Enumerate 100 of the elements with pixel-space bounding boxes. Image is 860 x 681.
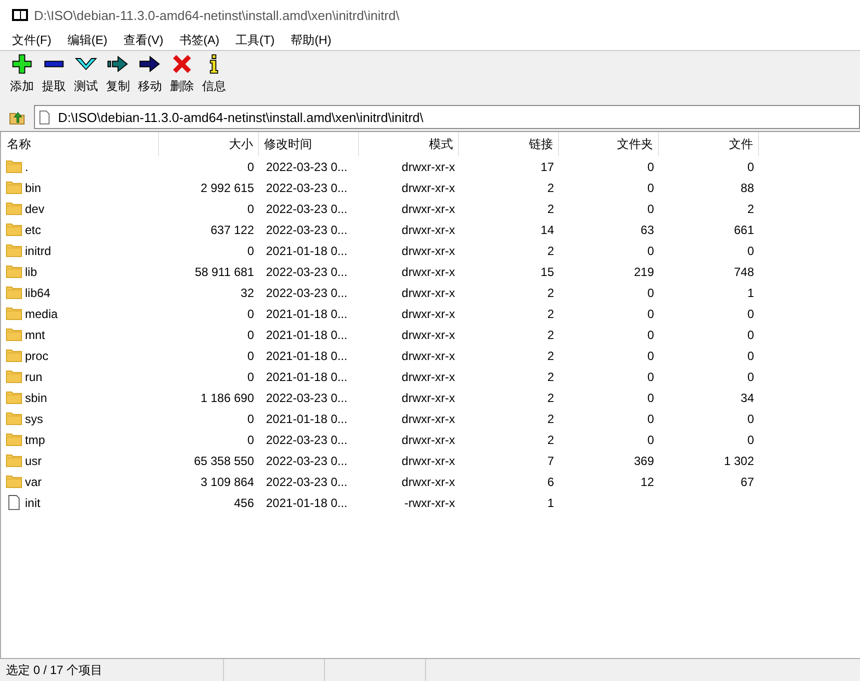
toolbar-button[interactable]: 测试 [71,53,101,95]
folders-cell: 0 [647,432,654,446]
delete-icon [171,53,193,75]
file-name[interactable]: init [25,496,40,510]
arrow-right-icon [139,53,161,75]
date-cell: 2022-03-23 0... [266,202,348,216]
file-name[interactable]: run [25,370,42,384]
file-name[interactable]: lib [25,264,38,278]
folder-icon [6,369,22,384]
menu-item[interactable]: 工具(T) [227,32,283,48]
folders-cell: 0 [647,286,654,300]
column-header[interactable]: 修改时间 [259,132,359,156]
links-cell: 17 [540,160,554,174]
column-header[interactable]: 大小 [159,132,259,156]
file-name[interactable]: initrd [25,244,52,258]
menu-item[interactable]: 帮助(H) [282,32,340,48]
mode-cell: drwxr-xr-x [402,390,455,404]
date-cell: 2021-01-18 0... [266,306,348,320]
links-cell: 2 [547,412,554,426]
files-cell: 0 [747,412,754,426]
file-name[interactable]: var [25,474,42,488]
toolbar-button[interactable]: 移动 [135,53,165,95]
mode-cell: drwxr-xr-x [402,202,455,216]
mode-cell: drwxr-xr-x [402,306,455,320]
column-header[interactable]: 名称 [1,132,159,156]
column-header[interactable]: 文件 [659,132,759,156]
links-cell: 6 [547,474,554,488]
size-cell: 3 109 864 [200,474,254,488]
folders-cell: 0 [647,160,654,174]
links-cell: 2 [547,348,554,362]
toolbar-button[interactable]: 提取 [39,53,69,95]
links-cell: 2 [547,390,554,404]
mode-cell: drwxr-xr-x [402,286,455,300]
date-cell: 2022-03-23 0... [266,286,348,300]
links-cell: 7 [547,454,554,468]
toolbar-button[interactable]: 信息 [199,53,229,95]
column-header[interactable]: 模式 [359,132,459,156]
mode-cell: drwxr-xr-x [402,454,455,468]
date-cell: 2021-01-18 0... [266,348,348,362]
size-cell: 58 911 681 [194,264,254,278]
menu-item[interactable]: 编辑(E) [59,32,116,48]
folder-icon [6,222,22,237]
mode-cell: drwxr-xr-x [402,432,455,446]
file-name[interactable]: dev [25,202,44,216]
file-name[interactable]: usr [25,454,42,468]
size-cell: 0 [247,412,254,426]
files-cell: 67 [740,474,754,488]
file-name[interactable]: . [25,160,28,174]
menu-item[interactable]: 查看(V) [115,32,172,48]
size-cell: 65 358 550 [194,454,254,468]
toolbar-button[interactable]: 删除 [167,53,197,95]
folders-cell: 0 [647,244,654,258]
date-cell: 2021-01-18 0... [266,370,348,384]
links-cell: 14 [540,222,554,236]
mode-cell: drwxr-xr-x [402,264,455,278]
date-cell: 2022-03-23 0... [266,222,348,236]
mode-cell: drwxr-xr-x [402,370,455,384]
folder-up-icon [9,109,25,125]
size-cell: 0 [247,306,254,320]
date-cell: 2022-03-23 0... [266,160,348,174]
file-name[interactable]: sbin [25,390,48,404]
column-header[interactable]: 链接 [459,132,559,156]
file-name[interactable]: tmp [25,432,46,446]
folder-icon [6,243,22,258]
mode-cell: drwxr-xr-x [402,474,455,488]
folder-icon [6,180,22,195]
date-cell: 2021-01-18 0... [266,244,348,258]
folder-icon [6,264,22,279]
folders-cell: 63 [640,222,654,236]
folders-cell: 0 [647,390,654,404]
column-header[interactable]: 文件夹 [559,132,659,156]
size-cell: 0 [247,202,254,216]
folders-cell: 12 [640,474,654,488]
date-cell: 2021-01-18 0... [266,328,348,342]
size-cell: 32 [240,286,254,300]
links-cell: 2 [547,202,554,216]
menu-item[interactable]: 文件(F) [4,32,60,48]
file-name[interactable]: proc [25,348,48,362]
file-name[interactable]: lib64 [25,286,50,300]
size-cell: 0 [247,160,254,174]
folder-icon [6,474,22,489]
menu-item[interactable]: 书签(A) [171,32,228,48]
files-cell: 0 [747,244,754,258]
links-cell: 2 [547,432,554,446]
file-name[interactable]: sys [25,412,43,426]
window-title: D:\ISO\debian-11.3.0-amd64-netinst\install.amd\xen\initrd\initrd\ [34,8,400,22]
mode-cell: drwxr-xr-x [402,222,455,236]
file-name[interactable]: bin [25,180,42,194]
date-cell: 2022-03-23 0... [266,390,348,404]
toolbar-button[interactable]: 复制 [103,53,133,95]
file-name[interactable]: media [25,306,58,320]
file-name[interactable]: mnt [25,328,46,342]
arrow-right-icon [107,53,129,75]
mode-cell: drwxr-xr-x [402,412,455,426]
toolbar-button[interactable]: 添加 [7,53,37,95]
address-field[interactable]: D:\ISO\debian-11.3.0-amd64-netinst\install.amd\xen\initrd\initrd\ [34,105,860,129]
file-name[interactable]: etc [25,222,42,236]
links-cell: 2 [547,328,554,342]
mode-cell: drwxr-xr-x [402,244,455,258]
date-cell: 2022-03-23 0... [266,454,348,468]
